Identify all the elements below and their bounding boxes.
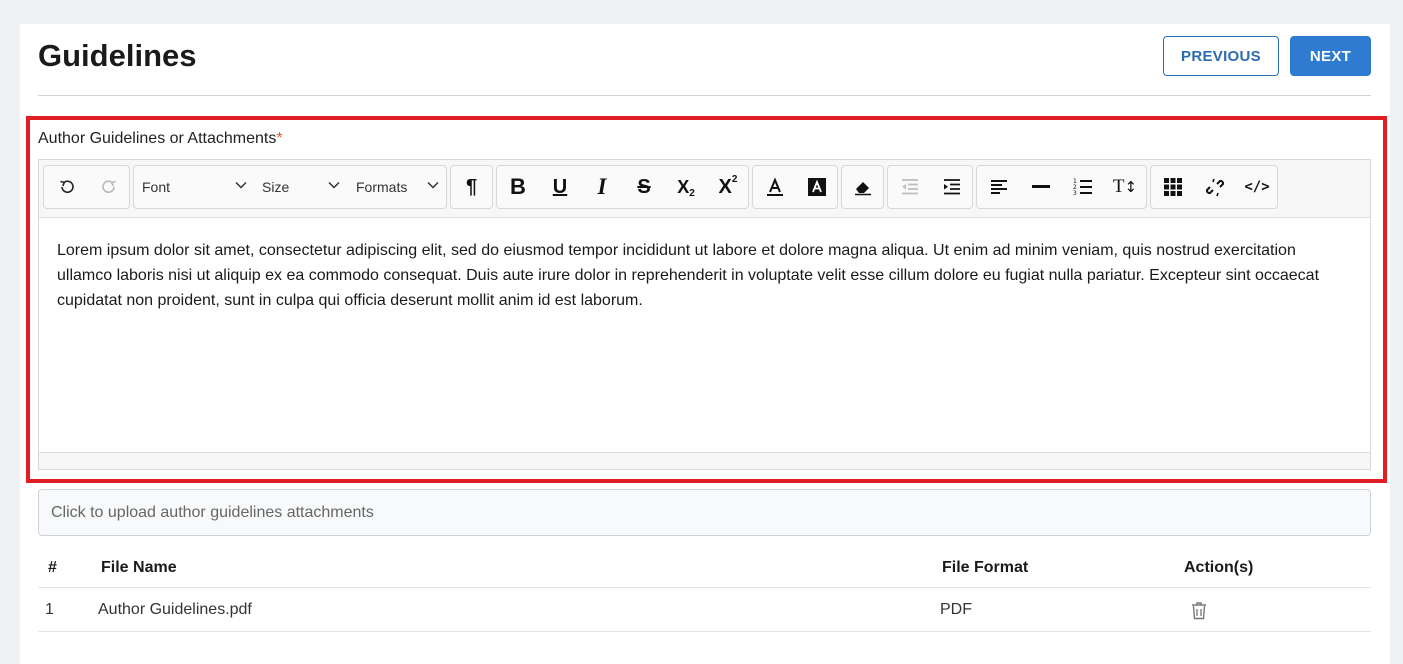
table-icon[interactable] — [1153, 166, 1193, 208]
eraser-icon[interactable] — [842, 166, 883, 208]
align-group: 123 T ↕ — [976, 165, 1147, 209]
eraser-group — [841, 165, 884, 209]
formats-select[interactable]: Formats — [356, 166, 440, 208]
next-button[interactable]: NEXT — [1290, 36, 1371, 76]
indent-group — [887, 165, 973, 209]
superscript-icon[interactable]: X2 — [709, 166, 747, 208]
paragraph-group: ¶ — [450, 165, 493, 209]
insert-group: </> — [1150, 165, 1278, 209]
paragraph-icon[interactable]: ¶ — [451, 166, 492, 208]
bold-icon[interactable]: B — [499, 166, 537, 208]
editor-toolbar: Font Size Formats ¶ B U I S X 2 X 2 1 2 … — [39, 160, 1370, 218]
guidelines-card: Guidelines PREVIOUS NEXT Author Guidelin… — [20, 24, 1390, 664]
trash-icon[interactable] — [1191, 588, 1207, 632]
font-color-icon[interactable] — [755, 166, 795, 208]
outdent-icon[interactable] — [890, 166, 930, 208]
upload-attachments-field[interactable]: Click to upload author guidelines attach… — [38, 489, 1371, 536]
formats-select-label: Formats — [356, 179, 408, 195]
svg-text:3: 3 — [1073, 190, 1077, 196]
table-row: 1 Author Guidelines.pdf PDF — [38, 588, 1371, 632]
select-group: Font Size Formats — [133, 165, 447, 209]
text-style-group: B U I S X2 X2 — [496, 165, 749, 209]
column-header-file-name: File Name — [101, 559, 177, 576]
editor-label-text: Author Guidelines or Attachments — [38, 130, 277, 147]
chevron-down-icon — [234, 178, 248, 197]
row-file-format: PDF — [940, 601, 972, 618]
underline-icon[interactable]: U — [541, 166, 579, 208]
chevron-down-icon — [426, 178, 440, 197]
required-mark: * — [276, 130, 283, 147]
horizontal-rule-icon[interactable] — [1021, 166, 1061, 208]
editor-content-area[interactable]: Lorem ipsum dolor sit amet, consectetur … — [39, 218, 1370, 452]
size-select-label: Size — [262, 179, 290, 195]
column-header-actions: Action(s) — [1184, 559, 1254, 576]
subscript-icon[interactable]: X2 — [667, 166, 705, 208]
undo-icon[interactable] — [48, 166, 86, 208]
chevron-down-icon — [327, 178, 341, 197]
indent-icon[interactable] — [932, 166, 972, 208]
link-icon[interactable] — [1195, 166, 1235, 208]
previous-button[interactable]: PREVIOUS — [1163, 36, 1279, 76]
row-file-name: Author Guidelines.pdf — [98, 601, 252, 618]
column-header-file-format: File Format — [942, 559, 1029, 576]
ordered-list-icon[interactable]: 123 — [1063, 166, 1103, 208]
redo-icon[interactable] — [90, 166, 128, 208]
strikethrough-icon[interactable]: S — [625, 166, 663, 208]
editor-field-label: Author Guidelines or Attachments* — [38, 130, 283, 148]
rich-text-editor: Font Size Formats ¶ B U I S X 2 X 2 1 2 … — [38, 159, 1371, 470]
italic-icon[interactable]: I — [583, 166, 621, 208]
align-left-icon[interactable] — [979, 166, 1019, 208]
header-divider — [38, 95, 1371, 96]
editor-resize-bar[interactable] — [39, 452, 1370, 469]
size-select[interactable]: Size — [262, 166, 341, 208]
line-height-icon[interactable]: T ↕ — [1105, 166, 1145, 208]
column-header-index: # — [48, 559, 57, 576]
font-select-label: Font — [142, 179, 171, 195]
code-view-icon[interactable]: </> — [1237, 166, 1277, 208]
color-group — [752, 165, 838, 209]
table-header: # File Name File Format Action(s) — [38, 548, 1371, 588]
row-index: 1 — [45, 601, 54, 618]
font-select[interactable]: Font — [142, 166, 248, 208]
page-title: Guidelines — [38, 38, 197, 73]
highlight-color-icon[interactable] — [797, 166, 837, 208]
history-group — [43, 165, 130, 209]
page-header: Guidelines PREVIOUS NEXT — [20, 24, 1390, 96]
